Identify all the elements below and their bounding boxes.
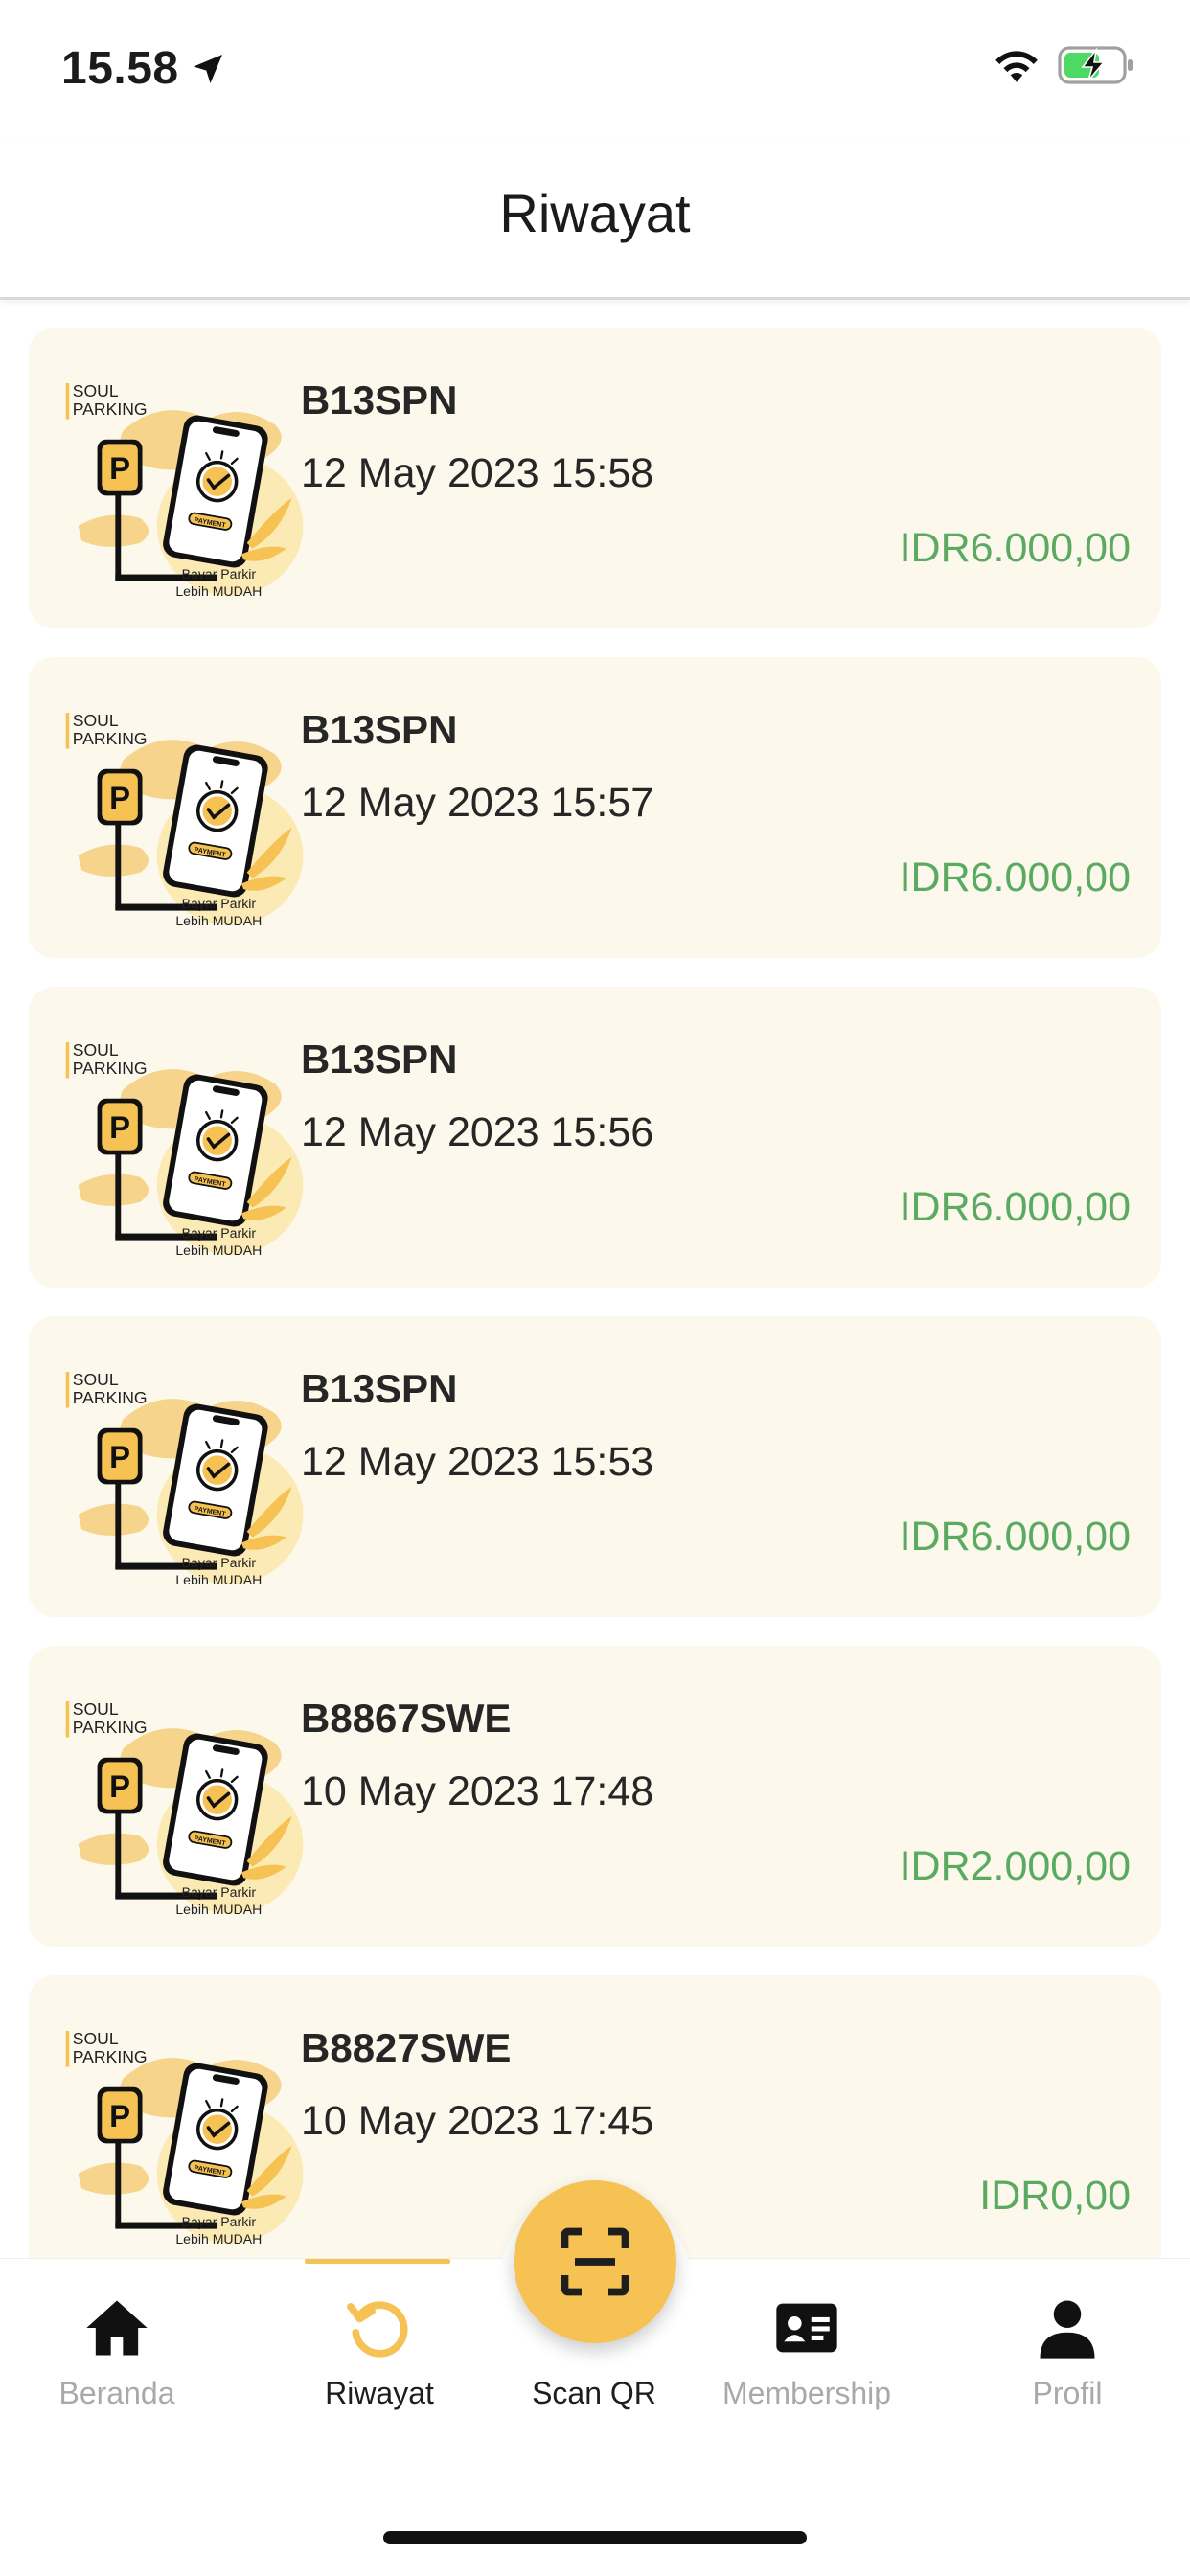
transaction-amount: IDR6.000,00: [899, 855, 1131, 900]
history-card[interactable]: SOUL PARKING P PAYMENT Bayar Parkir Lebi…: [29, 657, 1161, 958]
caption-line1: Bayar Parkir: [182, 896, 257, 911]
caption-line1: Bayar Parkir: [182, 1884, 257, 1900]
bottom-nav: Beranda Riwayat Scan QR Membership Profi…: [0, 2180, 1190, 2576]
caption-line2: Lebih MUDAH: [175, 2231, 262, 2246]
history-list[interactable]: SOUL PARKING P PAYMENT Bayar Parkir Lebi…: [29, 328, 1161, 2258]
caption-line2: Lebih MUDAH: [175, 1902, 262, 1917]
membership-card-icon: [776, 2303, 837, 2353]
nav-item-history[interactable]: Riwayat: [284, 2259, 475, 2451]
nav-label-scan[interactable]: Scan QR: [498, 2376, 690, 2411]
nav-item-membership[interactable]: Membership: [711, 2259, 903, 2451]
transaction-datetime: 12 May 2023 15:58: [301, 450, 654, 496]
transaction-datetime: 12 May 2023 15:57: [301, 780, 654, 826]
parking-letter: P: [109, 450, 130, 486]
nav-label-history: Riwayat: [325, 2376, 434, 2410]
history-card[interactable]: SOUL PARKING P PAYMENT Bayar Parkir Lebi…: [29, 987, 1161, 1288]
transaction-datetime: 12 May 2023 15:56: [301, 1109, 654, 1155]
home-icon: [86, 2300, 148, 2356]
brand-line2: PARKING: [73, 1059, 148, 1078]
parking-letter: P: [109, 2098, 130, 2133]
location-arrow-icon: [193, 54, 222, 83]
brand-line1: SOUL: [73, 1040, 119, 1060]
history-icon: [347, 2301, 408, 2358]
wifi-icon: [995, 51, 1038, 82]
caption-line1: Bayar Parkir: [182, 2214, 257, 2229]
soul-parking-thumbnail: SOUL PARKING P PAYMENT Bayar Parkir Lebi…: [65, 1370, 304, 1587]
transaction-amount: IDR6.000,00: [899, 1184, 1131, 1230]
transaction-datetime: 10 May 2023 17:45: [301, 2098, 654, 2144]
nav-item-profile[interactable]: Profil: [972, 2259, 1163, 2451]
status-bar: 15.58: [0, 0, 1190, 144]
caption-line2: Lebih MUDAH: [175, 913, 262, 928]
brand-line2: PARKING: [73, 1388, 148, 1407]
profile-icon: [1040, 2300, 1095, 2359]
brand-line2: PARKING: [73, 399, 148, 419]
soul-parking-thumbnail: SOUL PARKING P PAYMENT Bayar Parkir Lebi…: [65, 1699, 304, 1917]
status-time: 15.58: [61, 42, 227, 95]
parking-letter: P: [109, 1768, 130, 1804]
nav-item-home[interactable]: Beranda: [21, 2259, 213, 2451]
plate-number: B8867SWE: [301, 1696, 512, 1741]
brand-line1: SOUL: [73, 1370, 119, 1389]
brand-line2: PARKING: [73, 2047, 148, 2066]
history-card[interactable]: SOUL PARKING P PAYMENT Bayar Parkir Lebi…: [29, 1316, 1161, 1617]
plate-number: B8827SWE: [301, 2025, 512, 2070]
battery-charging-icon: [1058, 46, 1133, 84]
brand-line1: SOUL: [73, 381, 119, 400]
soul-parking-thumbnail: SOUL PARKING P PAYMENT Bayar Parkir Lebi…: [65, 711, 304, 928]
brand-line1: SOUL: [73, 711, 119, 730]
transaction-datetime: 12 May 2023 15:53: [301, 1439, 654, 1485]
history-card[interactable]: SOUL PARKING P PAYMENT Bayar Parkir Lebi…: [29, 328, 1161, 628]
caption-line1: Bayar Parkir: [182, 1225, 257, 1241]
transaction-amount: IDR6.000,00: [899, 1514, 1131, 1560]
parking-letter: P: [109, 1439, 130, 1474]
caption-line2: Lebih MUDAH: [175, 583, 262, 599]
caption-line1: Bayar Parkir: [182, 1555, 257, 1570]
nav-label-membership: Membership: [721, 2376, 892, 2410]
nav-label-profile: Profil: [1032, 2376, 1103, 2410]
caption-line1: Bayar Parkir: [182, 566, 257, 581]
caption-line2: Lebih MUDAH: [175, 1242, 262, 1258]
transaction-amount: IDR2.000,00: [899, 1843, 1131, 1889]
page-title: Riwayat: [499, 183, 691, 243]
status-icons: [993, 46, 1136, 84]
plate-number: B13SPN: [301, 1037, 458, 1082]
parking-letter: P: [109, 780, 130, 815]
caption-line2: Lebih MUDAH: [175, 1572, 262, 1587]
soul-parking-thumbnail: SOUL PARKING P PAYMENT Bayar Parkir Lebi…: [65, 381, 304, 599]
plate-number: B13SPN: [301, 1366, 458, 1411]
parking-letter: P: [109, 1109, 130, 1145]
home-indicator: [383, 2531, 807, 2544]
transaction-amount: IDR0,00: [979, 2173, 1131, 2219]
plate-number: B13SPN: [301, 377, 458, 422]
scan-qr-icon: [561, 2227, 629, 2296]
page-header: Riwayat: [0, 144, 1190, 300]
brand-line1: SOUL: [73, 2029, 119, 2048]
transaction-datetime: 10 May 2023 17:48: [301, 1768, 654, 1814]
soul-parking-thumbnail: SOUL PARKING P PAYMENT Bayar Parkir Lebi…: [65, 1040, 304, 1258]
brand-line1: SOUL: [73, 1699, 119, 1719]
brand-line2: PARKING: [73, 1718, 148, 1737]
brand-line2: PARKING: [73, 729, 148, 748]
soul-parking-thumbnail: SOUL PARKING P PAYMENT Bayar Parkir Lebi…: [65, 2029, 304, 2246]
history-card[interactable]: SOUL PARKING P PAYMENT Bayar Parkir Lebi…: [29, 1646, 1161, 1947]
nav-label-home: Beranda: [58, 2376, 175, 2410]
scan-qr-button[interactable]: [514, 2180, 676, 2343]
transaction-amount: IDR6.000,00: [899, 525, 1131, 571]
plate-number: B13SPN: [301, 707, 458, 752]
